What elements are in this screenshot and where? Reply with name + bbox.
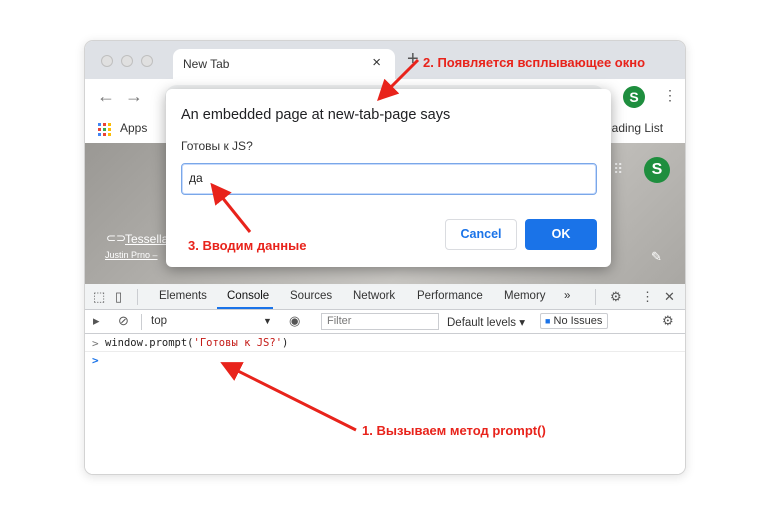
annotation-step2: 2. Появляется всплывающее окно	[423, 55, 646, 70]
menu-icon[interactable]: ⋮	[663, 87, 677, 104]
tab-sources[interactable]: Sources	[290, 290, 332, 302]
customize-pencil-icon[interactable]: ✎	[651, 249, 662, 265]
close-icon[interactable]: ✕	[664, 289, 675, 305]
inspect-element-icon[interactable]: ⬚	[93, 289, 105, 305]
issues-icon: ■	[545, 316, 551, 326]
filter-input[interactable]: Filter	[321, 313, 439, 330]
tab-performance[interactable]: Performance	[417, 290, 483, 302]
apps-grid-icon[interactable]: ⠿	[613, 161, 623, 178]
console-command: window.prompt('Готовы к JS?')	[105, 337, 288, 349]
tab-new-tab[interactable]: New Tab ×	[173, 49, 395, 79]
chevron-right-icon: >	[92, 337, 99, 350]
divider	[595, 289, 596, 305]
divider	[137, 289, 138, 305]
divider	[141, 314, 142, 330]
close-icon[interactable]: ×	[372, 54, 381, 71]
tab-network[interactable]: Network	[353, 290, 395, 302]
annotation-step3: 3. Вводим данные	[188, 238, 307, 253]
cancel-button[interactable]: Cancel	[445, 219, 517, 250]
back-icon[interactable]: ←	[97, 86, 115, 107]
profile-avatar[interactable]: S	[644, 157, 670, 183]
device-toolbar-icon[interactable]: ▯	[115, 289, 122, 305]
command-string: 'Готовы к JS?'	[193, 337, 283, 349]
clear-console-icon[interactable]: ⊘	[118, 313, 129, 329]
reading-list-button[interactable]: eading List	[605, 121, 663, 135]
command-prefix: window.prompt(	[105, 337, 194, 349]
chevron-down-icon[interactable]: ▼	[263, 316, 272, 326]
new-tab-button[interactable]: +	[407, 48, 419, 71]
dialog-message: Готовы к JS?	[181, 139, 253, 153]
devtools-tab-bar: ⬚ ▯ Elements Console Sources Network Per…	[85, 284, 685, 310]
active-tab-indicator	[217, 307, 273, 309]
background-attribution-title[interactable]: Tessella	[125, 232, 168, 246]
tab-title: New Tab	[183, 57, 230, 71]
zoom-window-button[interactable]	[141, 55, 153, 67]
tab-memory[interactable]: Memory	[504, 290, 546, 302]
tab-console[interactable]: Console	[227, 290, 269, 302]
kebab-menu-icon[interactable]: ⋮	[641, 289, 654, 305]
link-icon: ⊂⊃	[106, 231, 127, 245]
log-levels-dropdown[interactable]: Default levels ▾	[447, 315, 525, 329]
close-window-button[interactable]	[101, 55, 113, 67]
devtools-panel: ⬚ ▯ Elements Console Sources Network Per…	[85, 284, 685, 474]
profile-avatar[interactable]: S	[623, 86, 645, 108]
minimize-window-button[interactable]	[121, 55, 133, 67]
context-selector[interactable]: top	[151, 315, 167, 327]
gear-icon[interactable]: ⚙	[662, 313, 674, 329]
dialog-title: An embedded page at new-tab-page says	[181, 107, 451, 123]
console-entry: > window.prompt('Готовы к JS?')	[85, 334, 685, 352]
sidebar-toggle-icon[interactable]: ▸	[93, 313, 100, 329]
apps-grid-icon[interactable]	[98, 123, 111, 136]
tab-elements[interactable]: Elements	[159, 290, 207, 302]
eye-icon[interactable]: ◉	[289, 313, 300, 329]
annotation-step1: 1. Вызываем метод prompt()	[362, 423, 546, 438]
command-suffix: )	[282, 337, 289, 349]
more-tabs-button[interactable]: »	[564, 290, 570, 302]
background-attribution-author[interactable]: Justin Prno –	[105, 250, 158, 260]
console-filter-bar: ▸ ⊘ top ▼ ◉ Filter Default levels ▾ ■ No…	[85, 310, 685, 334]
prompt-input[interactable]: да	[181, 163, 597, 195]
issues-label: No Issues	[553, 315, 603, 327]
console-input-prompt[interactable]: >	[92, 354, 99, 367]
issues-button[interactable]: ■ No Issues	[540, 313, 609, 329]
ok-button[interactable]: OK	[525, 219, 597, 250]
bookmark-apps[interactable]: Apps	[120, 121, 147, 135]
forward-icon[interactable]: →	[125, 86, 143, 107]
gear-icon[interactable]: ⚙	[610, 289, 622, 305]
